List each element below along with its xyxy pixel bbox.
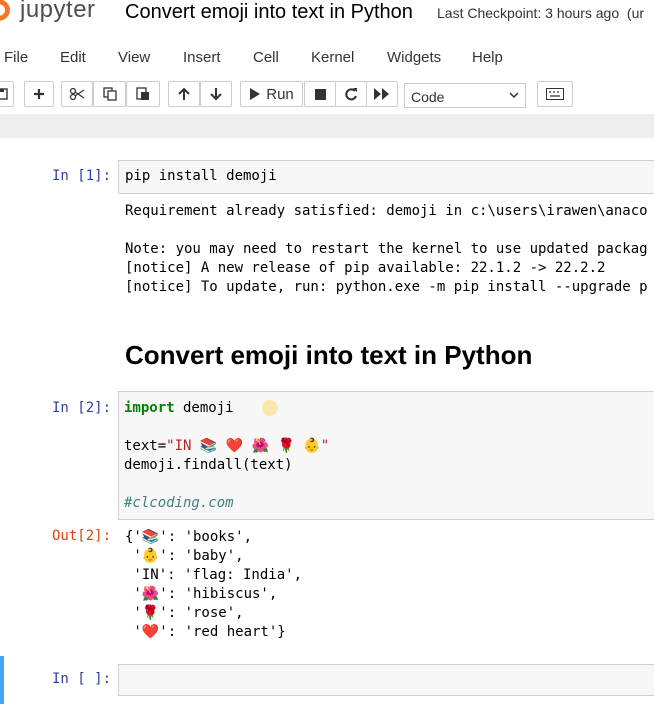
scissors-icon [69, 87, 85, 101]
menu-view[interactable]: View [118, 49, 150, 66]
restart-button[interactable] [335, 81, 367, 107]
add-cell-button[interactable] [24, 81, 54, 107]
output-line: '🌺': 'hibiscus', [125, 586, 278, 602]
move-up-button[interactable] [168, 81, 200, 107]
mouse-cursor-highlight [262, 400, 278, 416]
import-target: demoji [174, 400, 234, 416]
run-all-button[interactable] [366, 81, 398, 107]
output-line: '👶': 'baby', [125, 548, 244, 564]
arrow-up-icon [178, 87, 190, 100]
plus-icon [34, 89, 44, 99]
run-button[interactable]: Run [240, 81, 303, 107]
run-label: Run [266, 85, 294, 103]
code-line-text: text="IN 📚 ❤️ 🌺 🌹 👶" [124, 437, 329, 456]
output-line: {'📚': 'books', [125, 529, 253, 545]
restart-icon [345, 88, 357, 101]
command-palette-button[interactable] [537, 81, 573, 107]
menu-file[interactable]: File [4, 49, 28, 66]
cell-3-input[interactable] [118, 664, 654, 696]
keyboard-icon [546, 88, 564, 100]
chevron-down-icon [509, 92, 519, 99]
save-button[interactable] [0, 81, 14, 107]
checkpoint-status: Last Checkpoint: 3 hours ago (ur [437, 5, 645, 21]
interrupt-button[interactable] [304, 81, 336, 107]
jupyter-logo[interactable]: jupyter [0, 0, 96, 24]
cell-2-out-prompt: Out[2]: [52, 528, 112, 544]
cell-type-select[interactable]: Code [404, 83, 526, 108]
stop-icon [314, 88, 326, 100]
logo-text: jupyter [20, 0, 96, 23]
cell-1-code: pip install demoji [125, 168, 277, 184]
output-line: [notice] To update, run: python.exe -m p… [125, 279, 648, 295]
output-line: '🌹': 'rose', [125, 605, 244, 621]
output-line: Requirement already satisfied: demoji in… [125, 203, 648, 219]
copy-button[interactable] [93, 81, 126, 107]
code-line-import: import demoji [124, 399, 234, 418]
selected-cell-indicator [0, 656, 4, 704]
cut-button[interactable] [61, 81, 93, 107]
copy-icon [102, 87, 117, 101]
jupyter-logo-icon [0, 0, 14, 23]
menu-bar: File Edit View Insert Cell Kernel Widget… [0, 44, 654, 70]
arrow-down-icon [210, 88, 222, 101]
menu-help[interactable]: Help [472, 49, 503, 66]
play-icon [250, 88, 261, 100]
menu-widgets[interactable]: Widgets [387, 49, 441, 66]
cell-1-prompt: In [1]: [52, 168, 112, 184]
code-comment: #clcoding.com [124, 495, 234, 511]
markdown-heading[interactable]: Convert emoji into text in Python [125, 340, 532, 371]
cell-type-value: Code [411, 89, 445, 105]
menu-kernel[interactable]: Kernel [311, 49, 354, 66]
paste-button[interactable] [126, 81, 160, 107]
fast-forward-icon [374, 88, 389, 100]
output-line: '❤️': 'red heart'} [125, 624, 286, 640]
cell-2-prompt: In [2]: [52, 400, 112, 416]
notebook-header: jupyter Convert emoji into text in Pytho… [0, 0, 654, 40]
output-line: 'IN': 'flag: India', [125, 567, 303, 583]
code-line-findall: demoji.findall(text) [124, 457, 293, 473]
cell-3-prompt: In [ ]: [52, 671, 112, 687]
menu-insert[interactable]: Insert [183, 49, 221, 66]
notebook-title[interactable]: Convert emoji into text in Python [125, 1, 413, 24]
move-down-button[interactable] [200, 81, 232, 107]
notebook-background [0, 114, 654, 138]
menu-edit[interactable]: Edit [60, 49, 86, 66]
save-icon [0, 88, 8, 100]
menu-cell[interactable]: Cell [253, 49, 279, 66]
text-assign: text= [124, 438, 167, 454]
emoji-string: "IN 📚 ❤️ 🌺 🌹 👶" [166, 438, 330, 454]
output-line: [notice] A new release of pip available:… [125, 260, 606, 276]
paste-icon [136, 87, 149, 100]
cell-1-input[interactable]: pip install demoji [118, 160, 654, 194]
toolbar: Run [0, 78, 654, 112]
output-line: Note: you may need to restart the kernel… [125, 241, 648, 257]
keyword-import: import [124, 400, 175, 416]
